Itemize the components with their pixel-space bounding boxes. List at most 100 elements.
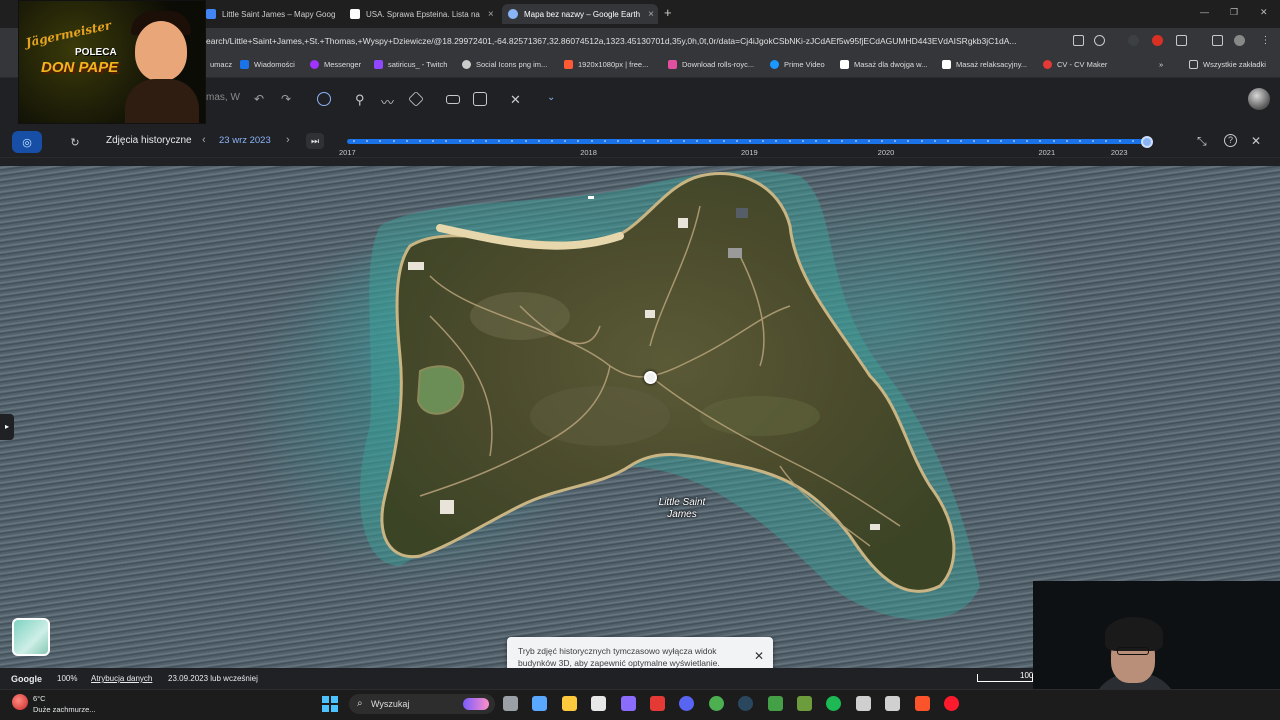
timeline-capture-dot[interactable] (986, 140, 989, 142)
start-button[interactable] (322, 696, 338, 712)
timeline-slider[interactable] (347, 139, 1151, 144)
app-icon[interactable] (620, 696, 636, 711)
timeline-capture-dot[interactable] (1092, 140, 1095, 142)
timeline-capture-dot[interactable] (722, 140, 725, 142)
extensions-puzzle-icon[interactable] (1176, 35, 1187, 46)
bookmark-item[interactable]: Wiadomości (240, 60, 295, 69)
bookmark-item[interactable]: Download rolls-royc... (668, 60, 754, 69)
next-date-button[interactable]: › (286, 134, 290, 146)
refresh-button[interactable]: ↻ (60, 131, 90, 153)
timeline-capture-dot[interactable] (1131, 140, 1134, 142)
timeline-capture-dot[interactable] (907, 140, 910, 142)
timeline-capture-dot[interactable] (973, 140, 976, 142)
undo-icon[interactable]: ↶ (254, 92, 268, 106)
bookmark-star-icon[interactable] (1094, 35, 1105, 46)
timeline-capture-dot[interactable] (524, 140, 527, 142)
install-app-icon[interactable] (1073, 35, 1084, 46)
timeline-capture-dot[interactable] (1118, 140, 1121, 142)
timeline-capture-dot[interactable] (828, 140, 831, 142)
browser-menu-icon[interactable]: ⋮ (1260, 35, 1271, 46)
side-panel-toggle[interactable]: ▸ (0, 414, 14, 440)
chrome-icon[interactable] (708, 696, 724, 711)
measure-icon[interactable]: ✕ (510, 92, 524, 107)
bookmark-item[interactable]: Messenger (310, 60, 361, 69)
timeline-capture-dot[interactable] (432, 140, 435, 142)
timeline-capture-dot[interactable] (762, 140, 765, 142)
timeline-capture-dot[interactable] (999, 140, 1002, 142)
map-style-button[interactable] (12, 618, 50, 656)
search-input[interactable]: mas, W (206, 92, 246, 103)
close-icon[interactable]: ✕ (1251, 134, 1261, 148)
timeline-capture-dot[interactable] (1013, 140, 1015, 142)
timeline-capture-dot[interactable] (471, 140, 474, 142)
new-tab-button[interactable]: + (664, 5, 672, 20)
timeline-capture-dot[interactable] (1039, 140, 1042, 142)
timeline-capture-dot[interactable] (920, 140, 923, 142)
taskbar-search[interactable]: ⌕ Wyszukaj (349, 694, 495, 714)
bookmark-item[interactable]: Masaż relaksacyjny... (942, 60, 1027, 69)
brave-icon[interactable] (914, 696, 930, 711)
reading-list-icon[interactable] (1212, 35, 1223, 46)
tab-little-saint-james[interactable]: Little Saint James – Mapy Goog × (200, 4, 340, 24)
avatar[interactable] (1248, 88, 1270, 110)
toast-close-button[interactable]: ✕ (754, 650, 764, 662)
timeline-handle[interactable] (1140, 136, 1153, 148)
timeline-capture-dot[interactable] (445, 140, 448, 142)
bookmark-item[interactable]: CV - CV Maker (1043, 60, 1107, 69)
timeline-capture-dot[interactable] (867, 140, 870, 142)
timeline-capture-dot[interactable] (749, 140, 751, 142)
bookmark-item[interactable]: satiricus_ - Twitch (374, 60, 447, 69)
layers-icon[interactable] (408, 91, 424, 107)
tab-close-icon[interactable]: × (480, 9, 494, 20)
timeline-capture-dot[interactable] (485, 140, 487, 142)
timeline-capture-dot[interactable] (537, 140, 540, 142)
timeline-capture-dot[interactable] (933, 140, 936, 142)
timeline-capture-dot[interactable] (366, 140, 369, 142)
timeline-capture-dot[interactable] (551, 140, 553, 142)
timeline-capture-dot[interactable] (1105, 140, 1108, 142)
github-icon[interactable] (885, 696, 901, 711)
timeline-capture-dot[interactable] (881, 140, 883, 142)
timeline-capture-dot[interactable] (1026, 140, 1029, 142)
timeline-capture-dot[interactable] (709, 140, 712, 142)
bookmarks-overflow-button[interactable]: » (1159, 60, 1163, 69)
data-attribution-link[interactable]: Atrybucja danych (91, 674, 152, 683)
previous-date-button[interactable]: ‹ (202, 134, 206, 146)
timeline-capture-dot[interactable] (775, 140, 778, 142)
bookmark-item[interactable]: Prime Video (770, 60, 825, 69)
minecraft-icon[interactable] (797, 696, 812, 711)
chevron-down-icon[interactable]: ⌄ (547, 92, 561, 106)
timeline-capture-dot[interactable] (656, 140, 659, 142)
timeline-capture-dot[interactable] (379, 140, 382, 142)
l-app-icon[interactable] (650, 696, 665, 711)
help-icon[interactable]: ? (1224, 134, 1237, 147)
timeline-capture-dot[interactable] (392, 140, 395, 142)
timeline-capture-dot[interactable] (630, 140, 633, 142)
place-label[interactable]: Little Saint James (648, 497, 716, 521)
ruler-icon[interactable] (446, 95, 460, 104)
path-icon[interactable]: 〰 (381, 92, 395, 110)
timeline-capture-dot[interactable] (643, 140, 646, 142)
timeline-capture-dot[interactable] (894, 140, 897, 142)
profile-icon[interactable] (1234, 35, 1245, 46)
bookmark-item[interactable]: umacz (210, 60, 232, 69)
timeline-capture-dot[interactable] (405, 140, 408, 142)
timeline-capture-dot[interactable] (1079, 140, 1081, 142)
tab-close-icon[interactable]: × (335, 9, 340, 20)
tab-close-icon[interactable]: × (640, 9, 654, 20)
timeline-capture-dot[interactable] (458, 140, 461, 142)
timeline-capture-dot[interactable] (815, 140, 817, 142)
timeline-capture-dot[interactable] (1065, 140, 1068, 142)
image-icon[interactable] (473, 92, 487, 106)
timeline-capture-dot[interactable] (947, 140, 949, 142)
maximize-button[interactable]: ❐ (1230, 7, 1238, 18)
opera-icon[interactable] (944, 696, 959, 711)
timeline-capture-dot[interactable] (577, 140, 580, 142)
file-icon[interactable] (503, 696, 518, 711)
tab-google-earth[interactable]: Mapa bez nazwy – Google Earth × (502, 4, 658, 24)
timeline-capture-dot[interactable] (564, 140, 567, 142)
timeline-capture-dot[interactable] (498, 140, 501, 142)
close-window-button[interactable]: ✕ (1260, 7, 1268, 18)
bookmark-item[interactable]: 1920x1080px | free... (564, 60, 648, 69)
selected-date[interactable]: 23 wrz 2023 (219, 135, 271, 146)
